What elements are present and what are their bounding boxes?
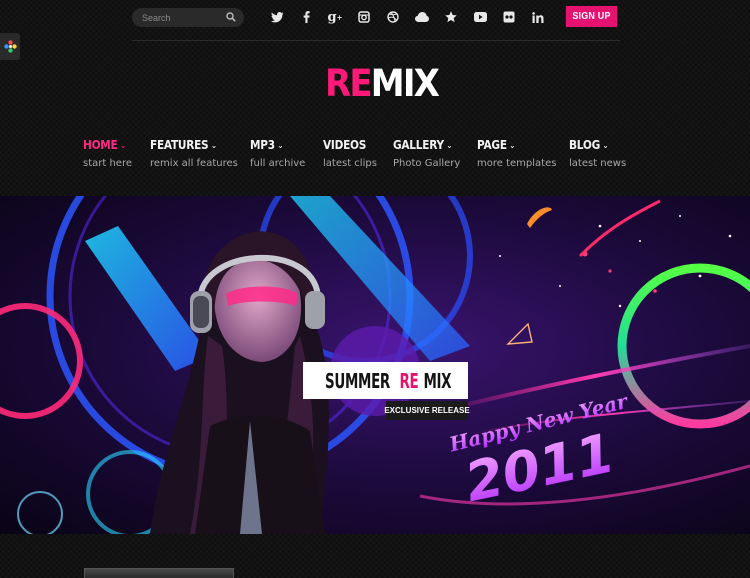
search-icon[interactable]	[226, 12, 236, 22]
nav-subtitle: latest news	[569, 158, 627, 169]
search-box	[132, 8, 244, 27]
nav-subtitle: start here	[83, 158, 133, 169]
star-icon[interactable]	[443, 9, 459, 25]
nav-item-mp3[interactable]: MP3 ⌄ full archive	[250, 138, 305, 169]
nav-item-gallery[interactable]: GALLERY ⌄ Photo Gallery	[393, 138, 460, 169]
nav-item-videos[interactable]: VIDEOS latest clips	[323, 138, 377, 169]
linkedin-icon[interactable]	[530, 9, 546, 25]
nav-subtitle: latest clips	[323, 158, 377, 169]
dribbble-icon[interactable]	[385, 9, 401, 25]
chevron-down-icon: ⌄	[509, 141, 516, 150]
logo-part-mix: MIX	[370, 62, 440, 105]
nav-title: FEATURES ⌄	[150, 138, 217, 152]
chevron-down-icon: ⌄	[211, 141, 217, 150]
nav-item-features[interactable]: FEATURES ⌄ remix all features	[150, 138, 238, 169]
flickr-icon[interactable]	[501, 9, 517, 25]
nav-title: MP3 ⌄	[250, 138, 284, 152]
twitter-icon[interactable]	[269, 9, 285, 25]
logo-part-re: RE	[325, 62, 373, 105]
nav-item-blog[interactable]: BLOG ⌄ latest news	[569, 138, 626, 169]
chevron-down-icon: ⌄	[120, 141, 126, 150]
search-input[interactable]	[142, 10, 222, 25]
facebook-icon[interactable]	[298, 9, 314, 25]
settings-tab[interactable]	[0, 33, 20, 60]
nav-subtitle: more templates	[477, 158, 557, 169]
top-bar: g+ SIGN UP	[132, 0, 620, 41]
instagram-icon[interactable]	[356, 9, 372, 25]
slide-badge[interactable]: EXCLUSIVE RELEASE	[384, 401, 470, 420]
slide-title[interactable]: SUMMER RE MIX	[303, 362, 468, 399]
chevron-down-icon: ⌄	[602, 141, 609, 150]
nav-title: HOME ⌄	[83, 138, 126, 152]
chevron-down-icon: ⌄	[277, 141, 284, 150]
nav-subtitle: full archive	[250, 158, 306, 169]
nav-item-page[interactable]: PAGE ⌄ more templates	[477, 138, 556, 169]
content-thumbnail[interactable]	[84, 568, 234, 578]
nav-item-home[interactable]: HOME ⌄ start here	[83, 138, 132, 169]
nav-subtitle: remix all features	[150, 158, 238, 169]
nav-title: BLOG ⌄	[569, 138, 609, 152]
cloud-icon[interactable]	[414, 9, 430, 25]
google-plus-icon[interactable]: g +	[327, 9, 343, 25]
nav-title: PAGE ⌄	[477, 138, 516, 152]
nav-title: GALLERY ⌄	[393, 138, 453, 152]
gear-icon	[3, 40, 17, 53]
nav-subtitle: Photo Gallery	[393, 158, 461, 169]
chevron-down-icon: ⌄	[446, 141, 453, 150]
nav-title: VIDEOS	[323, 138, 367, 152]
main-nav: HOME ⌄ start here FEATURES ⌄ remix all fea…	[0, 138, 750, 178]
signup-button[interactable]: SIGN UP	[565, 6, 618, 27]
logo[interactable]: REMIX	[325, 62, 440, 105]
youtube-icon[interactable]	[472, 9, 488, 25]
